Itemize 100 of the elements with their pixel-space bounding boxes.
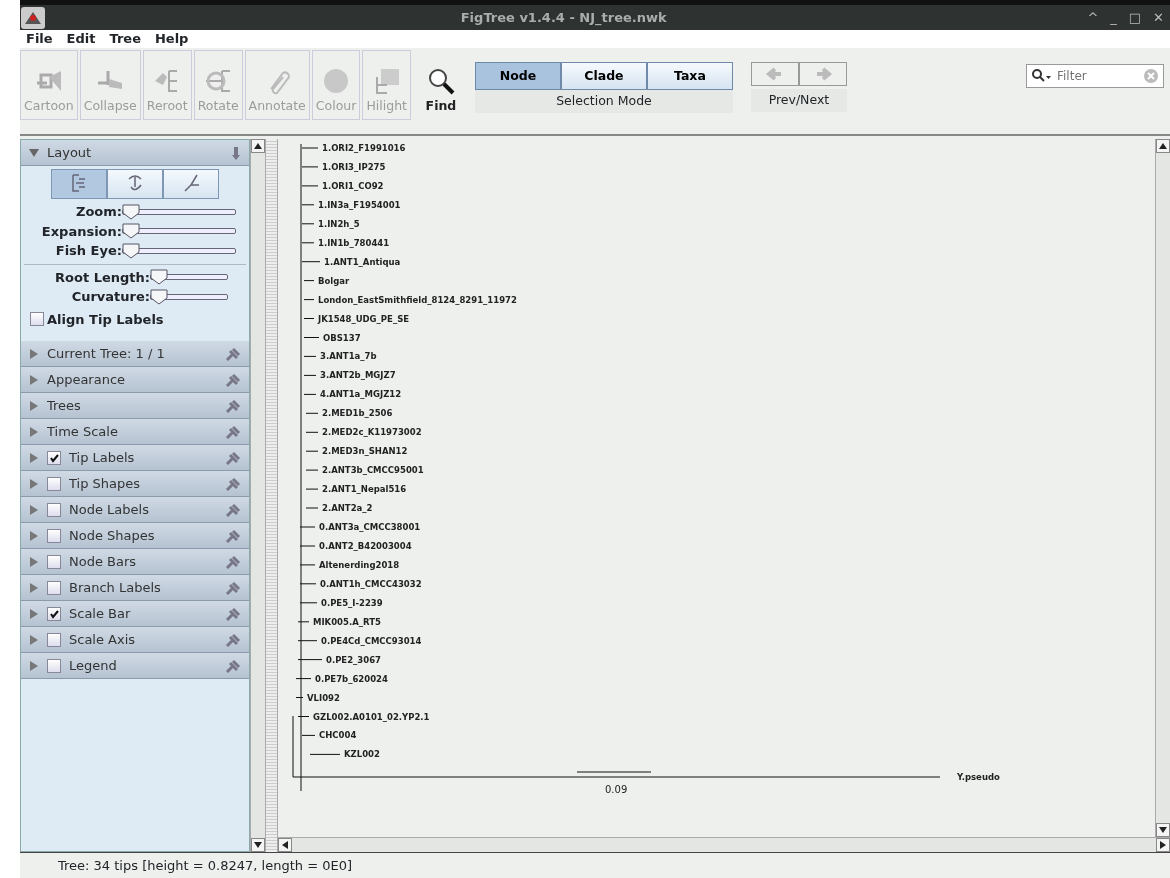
panel-header[interactable]: Node Shapes bbox=[21, 523, 249, 549]
tip-label[interactable]: 1.ORI2_F1991016 bbox=[322, 143, 406, 153]
expand-triangle-icon[interactable] bbox=[29, 582, 39, 593]
tip-label[interactable]: 0.PE2_3067 bbox=[326, 654, 381, 665]
expand-triangle-icon[interactable] bbox=[29, 660, 39, 671]
pin-icon[interactable] bbox=[225, 476, 241, 491]
expand-triangle-icon[interactable] bbox=[29, 426, 39, 437]
panel-header[interactable]: Tip Shapes bbox=[21, 471, 249, 497]
tip-label[interactable]: 0.ANT2_B42003004 bbox=[319, 541, 412, 551]
tip-label[interactable]: VLI092 bbox=[307, 692, 340, 703]
slider[interactable] bbox=[122, 203, 236, 220]
checkbox[interactable] bbox=[47, 502, 61, 517]
panel-header[interactable]: Trees bbox=[21, 393, 249, 419]
tip-label[interactable]: 0.ANT3a_CMCC38001 bbox=[319, 522, 421, 532]
menu-item[interactable]: Edit bbox=[66, 29, 96, 49]
tip-label[interactable]: 3.ANT2b_MGJZ7 bbox=[320, 370, 396, 381]
pin-icon[interactable] bbox=[225, 346, 241, 361]
tip-label[interactable]: 1.ORI3_IP275 bbox=[322, 161, 386, 172]
window-control[interactable]: _ bbox=[1104, 7, 1123, 28]
tip-label[interactable]: 2.MED2c_K11973002 bbox=[322, 427, 422, 438]
expand-triangle-icon[interactable] bbox=[29, 452, 39, 463]
slider[interactable] bbox=[122, 242, 236, 259]
tip-label[interactable]: 1.IN1b_780441 bbox=[318, 237, 390, 248]
menu-item[interactable]: File bbox=[26, 29, 53, 49]
slider-thumb[interactable] bbox=[122, 223, 140, 240]
checkbox[interactable] bbox=[47, 476, 61, 491]
collapse-triangle-icon[interactable] bbox=[29, 147, 39, 158]
clear-icon[interactable] bbox=[1143, 68, 1159, 84]
tip-label[interactable]: 2.ANT2a_2 bbox=[322, 503, 373, 513]
pin-icon[interactable] bbox=[225, 606, 241, 621]
tip-label[interactable]: 1.IN2h_5 bbox=[318, 218, 360, 229]
tip-label[interactable]: JK1548_UDG_PE_SE bbox=[318, 313, 410, 324]
expand-triangle-icon[interactable] bbox=[29, 530, 39, 541]
slider[interactable] bbox=[122, 223, 236, 240]
window-control[interactable]: ^ bbox=[1081, 7, 1105, 28]
slider-thumb[interactable] bbox=[150, 269, 168, 286]
scroll-bar[interactable] bbox=[278, 837, 1170, 852]
tip-label[interactable]: Altenerding2018 bbox=[319, 559, 400, 570]
pin-icon[interactable] bbox=[231, 145, 241, 160]
panel-header[interactable]: Tip Labels bbox=[21, 445, 249, 471]
tip-label[interactable]: OBS137 bbox=[323, 332, 361, 343]
panel-header[interactable]: Branch Labels bbox=[21, 575, 249, 601]
checkbox[interactable] bbox=[47, 554, 61, 569]
tip-label[interactable]: MIK005.A_RT5 bbox=[313, 616, 381, 627]
expand-triangle-icon[interactable] bbox=[29, 478, 39, 489]
tip-label[interactable]: 0.ANT1h_CMCC43032 bbox=[320, 578, 422, 589]
panel-header[interactable]: Appearance bbox=[21, 367, 249, 393]
tip-label[interactable]: 2.MED3n_SHAN12 bbox=[322, 446, 408, 457]
layout-type-button[interactable] bbox=[163, 169, 219, 199]
tip-label[interactable]: Bolgar bbox=[318, 275, 350, 286]
tip-label[interactable]: 2.ANT1_Nepal516 bbox=[322, 484, 407, 495]
layout-type-button[interactable] bbox=[107, 169, 163, 199]
tip-label[interactable]: Y.pseudo bbox=[957, 772, 1000, 782]
pin-icon[interactable] bbox=[225, 632, 241, 647]
checkbox[interactable] bbox=[47, 580, 61, 595]
slider[interactable] bbox=[150, 288, 228, 305]
slider-thumb[interactable] bbox=[122, 203, 140, 220]
menu-item[interactable]: Tree bbox=[109, 29, 141, 49]
filter-field[interactable]: Filter bbox=[1026, 64, 1164, 88]
scroll-bar[interactable] bbox=[1155, 139, 1170, 837]
panel-header[interactable]: Scale Axis bbox=[21, 627, 249, 653]
tip-label[interactable]: GZL002.A0101_02.YP2.1 bbox=[313, 711, 430, 722]
panel-header[interactable]: Node Labels bbox=[21, 497, 249, 523]
menu-item[interactable]: Help bbox=[154, 29, 189, 49]
expand-triangle-icon[interactable] bbox=[29, 348, 39, 359]
tip-label[interactable]: 0.PE5_I-2239 bbox=[321, 597, 383, 608]
checkbox[interactable] bbox=[47, 658, 61, 673]
tip-label[interactable]: 1.ANT1_Antiqua bbox=[324, 256, 401, 267]
expand-triangle-icon[interactable] bbox=[29, 556, 39, 567]
pin-icon[interactable] bbox=[225, 554, 241, 569]
expand-triangle-icon[interactable] bbox=[29, 634, 39, 645]
pin-icon[interactable] bbox=[225, 658, 241, 673]
pin-icon[interactable] bbox=[225, 398, 241, 413]
checkbox[interactable] bbox=[30, 312, 44, 327]
slider[interactable] bbox=[150, 269, 228, 286]
tip-label[interactable]: KZL002 bbox=[344, 749, 380, 760]
tip-label[interactable]: 2.ANT3b_CMCC95001 bbox=[322, 465, 424, 476]
checkbox[interactable] bbox=[47, 450, 61, 465]
panel-header[interactable]: Scale Bar bbox=[21, 601, 249, 627]
layout-type-button[interactable] bbox=[51, 169, 107, 199]
checkbox[interactable] bbox=[47, 528, 61, 543]
tip-label[interactable]: 1.ORI1_CO92 bbox=[322, 180, 384, 191]
panel-header[interactable]: Node Bars bbox=[21, 549, 249, 575]
selection-mode-tab[interactable]: Node bbox=[474, 62, 561, 90]
selection-mode-tab[interactable]: Taxa bbox=[646, 62, 733, 90]
tip-label[interactable]: 0.PE4Cd_CMCC93014 bbox=[321, 635, 422, 646]
panel-header[interactable]: Current Tree: 1 / 1 bbox=[21, 341, 249, 367]
panel-header[interactable]: Layout bbox=[21, 140, 249, 166]
slider-thumb[interactable] bbox=[150, 288, 168, 305]
scroll-bar[interactable] bbox=[250, 139, 265, 852]
checkbox[interactable] bbox=[47, 632, 61, 647]
panel-header[interactable]: Legend bbox=[21, 653, 249, 679]
pin-icon[interactable] bbox=[225, 450, 241, 465]
window-control[interactable]: □ bbox=[1122, 7, 1148, 28]
pin-icon[interactable] bbox=[225, 502, 241, 517]
slider-thumb[interactable] bbox=[122, 242, 140, 259]
expand-triangle-icon[interactable] bbox=[29, 608, 39, 619]
tip-label[interactable]: 2.MED1b_2506 bbox=[322, 408, 393, 419]
pin-icon[interactable] bbox=[225, 372, 241, 387]
tip-label[interactable]: 4.ANT1a_MGJZ12 bbox=[320, 389, 402, 400]
